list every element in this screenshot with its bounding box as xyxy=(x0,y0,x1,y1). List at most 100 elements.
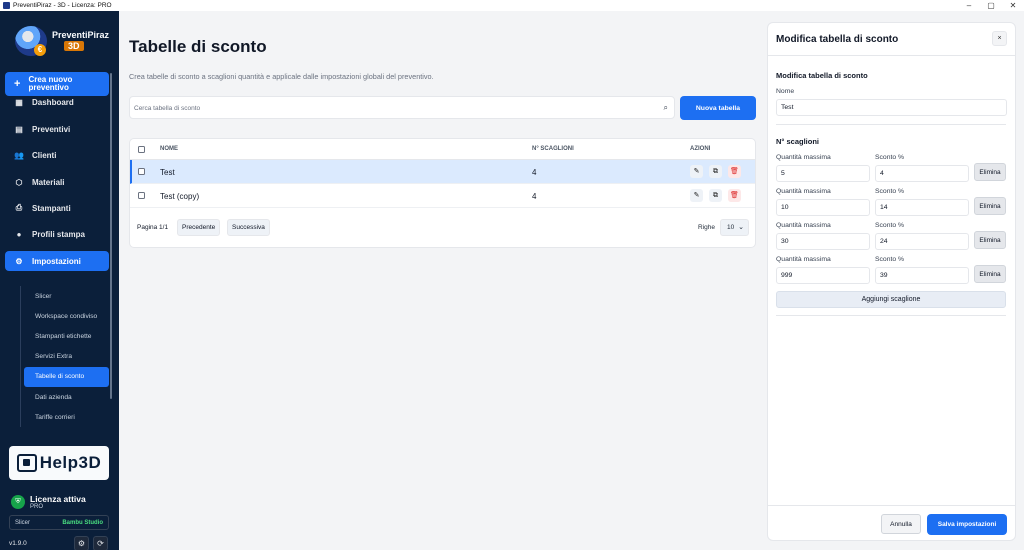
edit-button[interactable]: ✎ xyxy=(690,165,703,178)
app-logo: € PreventiPiraz 3D xyxy=(12,24,110,58)
name-field[interactable]: Test xyxy=(776,99,1007,116)
delete-tier-button[interactable]: Elimina xyxy=(974,265,1006,283)
select-all-checkbox[interactable] xyxy=(138,146,145,153)
row-checkbox[interactable] xyxy=(138,192,145,199)
gear-icon: ⚙ xyxy=(15,256,23,266)
close-window-button[interactable]: ✕ xyxy=(1002,1,1024,10)
table-row[interactable]: Test (copy) 4 ✎ ⧉ 🗑 xyxy=(130,184,755,208)
nav-impostazioni[interactable]: ⚙ Impostazioni xyxy=(5,251,109,271)
help3d-button[interactable]: Help3D xyxy=(9,446,109,480)
cube-icon: ⬡ xyxy=(15,177,23,187)
maximize-button[interactable]: ▢ xyxy=(980,1,1002,10)
nav-label: Materiali xyxy=(32,177,65,187)
tiers-title: N° scaglioni xyxy=(776,137,820,146)
plus-icon: + xyxy=(14,78,21,90)
nav-materiali[interactable]: ⬡ Materiali xyxy=(5,172,109,192)
tier-qty-value: 999 xyxy=(781,272,793,279)
rows-per-page-select[interactable]: 10 ⌄ xyxy=(720,219,749,236)
delete-button[interactable]: 🗑 xyxy=(728,189,741,202)
panel-title: Modifica tabella di sconto xyxy=(776,34,899,45)
add-tier-button[interactable]: Aggiungi scaglione xyxy=(776,291,1006,308)
window-titlebar: PreventiPiraz - 3D - Licenza: PRO – ▢ ✕ xyxy=(0,0,1024,11)
tier-discount-field[interactable]: 39 xyxy=(875,267,969,284)
nav-clienti[interactable]: 👥 Clienti xyxy=(5,145,109,165)
subnav-company-data[interactable]: Dati azienda xyxy=(24,387,109,407)
sidebar-scrollbar[interactable] xyxy=(110,73,112,399)
minimize-button[interactable]: – xyxy=(958,1,980,10)
new-quote-label: Crea nuovo preventivo xyxy=(28,75,73,92)
app-version: v1.9.0 xyxy=(9,540,27,547)
refresh-button[interactable]: ⟳ xyxy=(93,536,108,550)
tier-discount-field[interactable]: 4 xyxy=(875,165,969,182)
printer-icon: ⎙ xyxy=(15,203,23,212)
header-name: NOME xyxy=(160,146,178,152)
delete-tier-button[interactable]: Elimina xyxy=(974,197,1006,215)
nav-label: Profili stampa xyxy=(32,229,85,239)
tier-discount-field[interactable]: 24 xyxy=(875,233,969,250)
panel-header: Modifica tabella di sconto × xyxy=(768,23,1015,56)
app-icon xyxy=(3,2,10,9)
users-icon: 👥 xyxy=(14,150,24,160)
duplicate-button[interactable]: ⧉ xyxy=(709,189,722,202)
sidebar: € PreventiPiraz 3D + Crea nuovo preventi… xyxy=(0,11,119,550)
logo-text: PreventiPiraz xyxy=(52,30,110,40)
discount-label: Sconto % xyxy=(875,256,905,263)
nav-profili-stampa[interactable]: ● Profili stampa xyxy=(5,224,109,244)
discount-tables-table: NOME N° SCAGLIONI AZIONI Test 4 ✎ ⧉ 🗑 Te… xyxy=(129,138,756,248)
tier-qty-value: 5 xyxy=(781,170,785,177)
chevron-down-icon: ⌄ xyxy=(738,224,744,231)
row-tiers: 4 xyxy=(532,192,537,201)
duplicate-button[interactable]: ⧉ xyxy=(709,165,722,178)
shield-icon: ⛨ xyxy=(11,495,25,509)
nav-dashboard[interactable]: ▦ Dashboard xyxy=(5,92,109,112)
page-title: Tabelle di sconto xyxy=(129,37,267,56)
close-icon: × xyxy=(997,35,1002,42)
tier-qty-field[interactable]: 999 xyxy=(776,267,870,284)
delete-tier-button[interactable]: Elimina xyxy=(974,231,1006,249)
prev-page-button[interactable]: Precedente xyxy=(177,219,221,236)
save-settings-button[interactable]: Salva impostazioni xyxy=(927,514,1007,535)
nav-label: Stampanti xyxy=(32,203,71,213)
license-status: ⛨ Licenza attiva PRO xyxy=(9,492,109,512)
tier-discount-field[interactable]: 14 xyxy=(875,199,969,216)
delete-button[interactable]: 🗑 xyxy=(728,165,741,178)
tier-qty-field[interactable]: 30 xyxy=(776,233,870,250)
help3d-icon xyxy=(16,454,37,472)
subnav-discount-tables[interactable]: Tabelle di sconto xyxy=(24,366,109,387)
tier-discount-value: 4 xyxy=(880,170,884,177)
main-content: Tabelle di sconto Crea tabelle di sconto… xyxy=(119,11,767,550)
settings-subnav: Slicer Workspace condiviso Stampanti eti… xyxy=(20,286,109,428)
subnav-shipping-rates[interactable]: Tariffe corrieri xyxy=(24,407,109,427)
subnav-workspace[interactable]: Workspace condiviso xyxy=(24,306,109,326)
refresh-icon: ⟳ xyxy=(97,539,104,548)
row-checkbox[interactable] xyxy=(138,168,145,175)
table-row[interactable]: Test 4 ✎ ⧉ 🗑 xyxy=(130,160,755,184)
subnav-slicer[interactable]: Slicer xyxy=(24,286,109,306)
close-panel-button[interactable]: × xyxy=(992,31,1007,46)
settings-gear-button[interactable]: ⚙ xyxy=(74,536,89,550)
new-table-button[interactable]: Nuova tabella xyxy=(680,96,756,120)
subnav-extra-services[interactable]: Servizi Extra xyxy=(24,347,109,367)
tier-discount-value: 39 xyxy=(880,272,888,279)
rows-value: 10 xyxy=(727,224,735,231)
edit-button[interactable]: ✎ xyxy=(690,189,703,202)
tier-discount-value: 14 xyxy=(880,204,888,211)
nav-stampanti[interactable]: ⎙ Stampanti xyxy=(5,198,109,218)
license-plan: PRO xyxy=(30,504,44,510)
delete-tier-button[interactable]: Elimina xyxy=(974,163,1006,181)
copy-icon: ⧉ xyxy=(713,192,718,199)
tier-qty-field[interactable]: 5 xyxy=(776,165,870,182)
search-icon[interactable]: ⌕ xyxy=(664,103,668,113)
nav-preventivi[interactable]: ▤ Preventivi xyxy=(5,119,109,139)
cancel-button[interactable]: Annulla xyxy=(881,514,921,534)
trash-icon: 🗑 xyxy=(730,168,739,175)
panel-footer-divider xyxy=(768,505,1015,506)
tier-qty-field[interactable]: 10 xyxy=(776,199,870,216)
divider xyxy=(776,315,1006,316)
next-page-button[interactable]: Successiva xyxy=(227,219,270,236)
user-icon: ● xyxy=(16,229,22,239)
subnav-label-printers[interactable]: Stampanti etichette xyxy=(24,326,109,346)
name-label: Nome xyxy=(776,88,795,95)
search-input[interactable] xyxy=(134,101,654,115)
logo-3d-badge: 3D xyxy=(64,41,84,51)
